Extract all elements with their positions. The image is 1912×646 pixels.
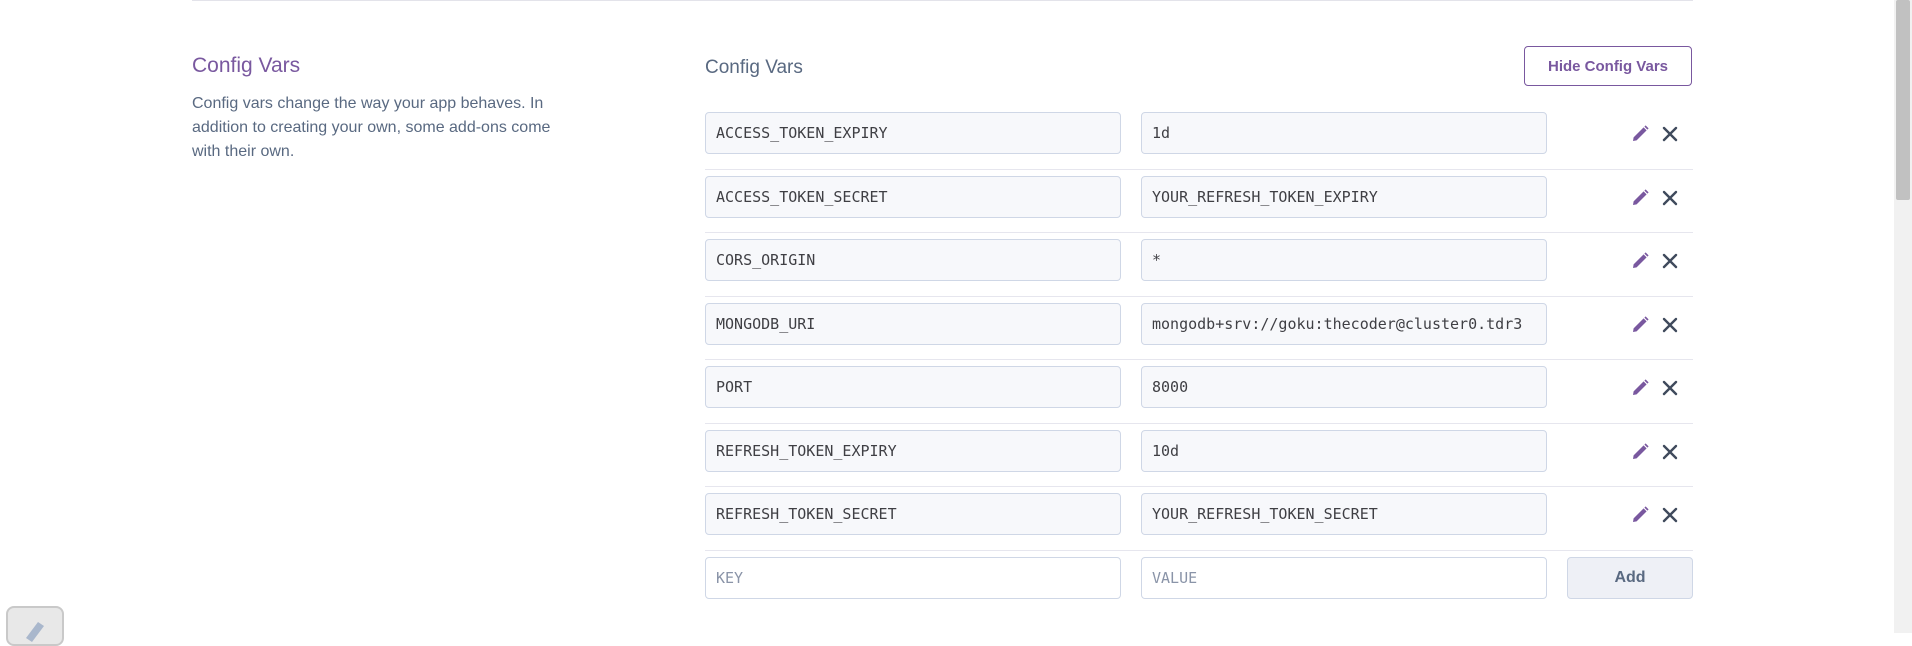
section-title: Config Vars	[192, 54, 301, 77]
config-var-row: MONGODB_URI mongodb+srv://goku:thecoder@…	[705, 297, 1693, 360]
config-var-key[interactable]: REFRESH_TOKEN_EXPIRY	[705, 429, 1121, 472]
config-var-key[interactable]: ACCESS_TOKEN_EXPIRY	[705, 112, 1121, 154]
close-icon[interactable]	[1658, 186, 1682, 210]
config-var-row: REFRESH_TOKEN_EXPIRY 10d	[705, 424, 1693, 487]
panel-title: Config Vars	[705, 57, 803, 78]
config-var-key[interactable]: PORT	[705, 366, 1121, 408]
hide-config-vars-button[interactable]: Hide Config Vars	[1524, 46, 1692, 86]
config-var-value[interactable]: *	[1141, 239, 1547, 281]
config-var-row: PORT 8000	[705, 360, 1693, 424]
config-var-key[interactable]: REFRESH_TOKEN_SECRET	[705, 493, 1121, 535]
scrollbar[interactable]	[1894, 0, 1912, 633]
section-description: Config vars change the way your app beha…	[192, 95, 551, 160]
config-var-key[interactable]: ACCESS_TOKEN_SECRET	[705, 175, 1121, 218]
close-icon[interactable]	[1658, 376, 1682, 400]
pencil-icon[interactable]	[1628, 376, 1652, 400]
pencil-icon[interactable]	[1628, 313, 1652, 337]
checkmark-icon	[26, 622, 44, 642]
config-var-value[interactable]: YOUR_REFRESH_TOKEN_EXPIRY	[1141, 175, 1547, 218]
close-icon[interactable]	[1658, 122, 1682, 146]
config-vars-list: ACCESS_TOKEN_EXPIRY 1d ACCESS_TOKEN_SECR…	[705, 106, 1693, 614]
close-icon[interactable]	[1658, 313, 1682, 337]
add-config-var-button[interactable]: Add	[1567, 556, 1693, 599]
close-icon[interactable]	[1658, 503, 1682, 527]
close-icon[interactable]	[1658, 440, 1682, 464]
config-var-value[interactable]: 8000	[1141, 366, 1547, 408]
new-key-input[interactable]	[705, 556, 1121, 599]
top-divider	[192, 0, 1693, 1]
config-var-row: REFRESH_TOKEN_SECRET YOUR_REFRESH_TOKEN_…	[705, 487, 1693, 551]
pencil-icon[interactable]	[1628, 186, 1652, 210]
config-var-value[interactable]: YOUR_REFRESH_TOKEN_SECRET	[1141, 493, 1547, 535]
pencil-icon[interactable]	[1628, 503, 1652, 527]
config-var-value[interactable]: 1d	[1141, 112, 1547, 154]
config-var-key[interactable]: MONGODB_URI	[705, 302, 1121, 345]
close-icon[interactable]	[1658, 249, 1682, 273]
config-var-row: CORS_ORIGIN *	[705, 233, 1693, 297]
config-var-value[interactable]: 10d	[1141, 429, 1547, 472]
pencil-icon[interactable]	[1628, 122, 1652, 146]
floating-widget[interactable]	[6, 606, 64, 646]
pencil-icon[interactable]	[1628, 249, 1652, 273]
config-var-row: ACCESS_TOKEN_EXPIRY 1d	[705, 106, 1693, 170]
new-config-var-row: Add	[705, 551, 1693, 615]
scrollbar-thumb[interactable]	[1896, 0, 1910, 200]
config-var-value[interactable]: mongodb+srv://goku:thecoder@cluster0.tdr…	[1141, 302, 1547, 345]
pencil-icon[interactable]	[1628, 440, 1652, 464]
new-value-input[interactable]	[1141, 556, 1547, 599]
config-var-key[interactable]: CORS_ORIGIN	[705, 239, 1121, 281]
config-var-row: ACCESS_TOKEN_SECRET YOUR_REFRESH_TOKEN_E…	[705, 170, 1693, 233]
